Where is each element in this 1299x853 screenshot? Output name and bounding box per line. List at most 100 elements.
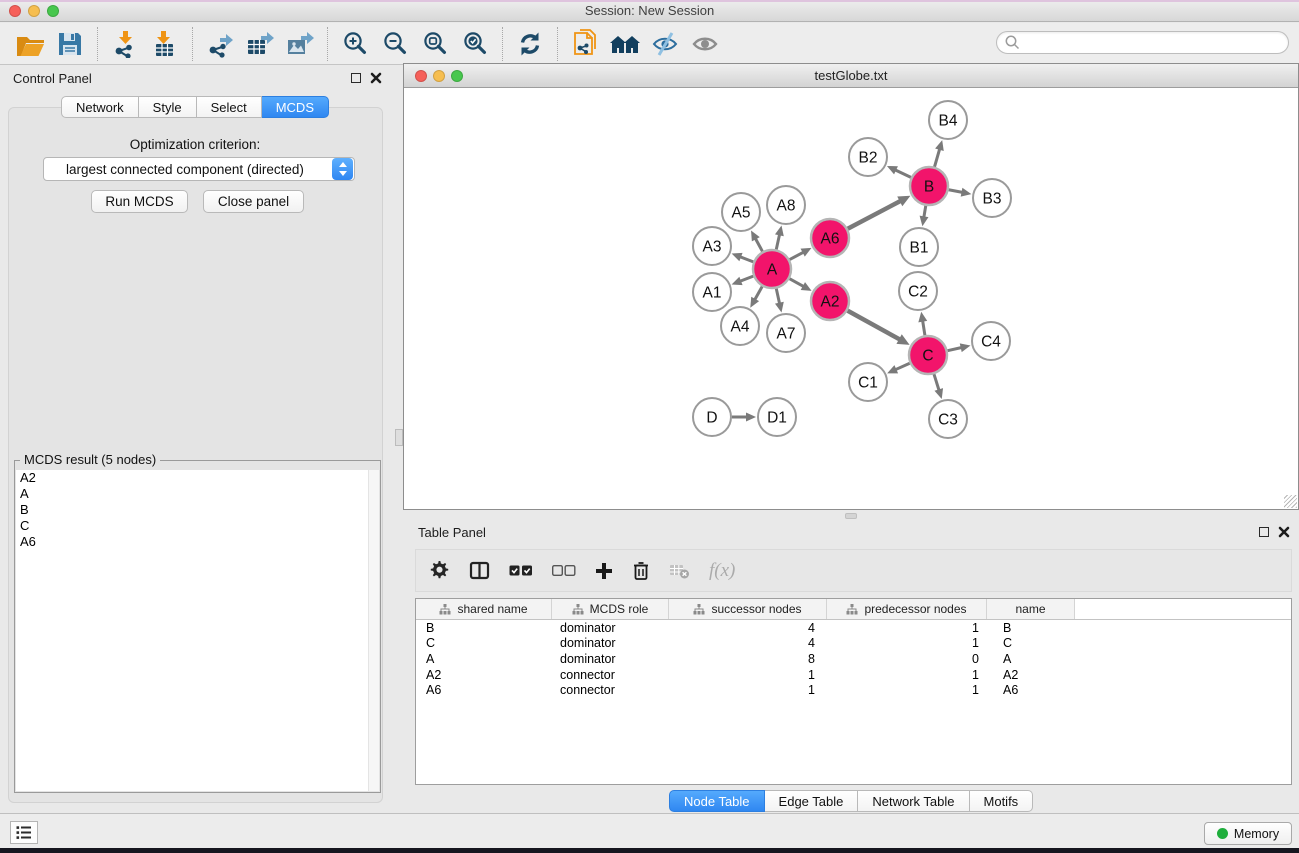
graph-edge-A-A3[interactable] bbox=[740, 257, 753, 262]
graph-node-label-A8: A8 bbox=[777, 198, 796, 215]
graph-edge-A6-B[interactable] bbox=[848, 201, 901, 229]
graph-edge-A-A6[interactable] bbox=[790, 252, 804, 259]
add-column-icon[interactable] bbox=[595, 556, 613, 586]
deselect-all-icon[interactable] bbox=[552, 556, 576, 586]
graph-edge-A-A8[interactable] bbox=[776, 234, 779, 249]
toolbar-separator bbox=[97, 27, 98, 61]
graph-node-label-D1: D1 bbox=[767, 410, 787, 427]
save-session-icon[interactable] bbox=[50, 26, 90, 62]
zoom-fit-icon[interactable] bbox=[415, 26, 455, 62]
graph-edge-A-A2[interactable] bbox=[790, 279, 804, 287]
column-header-predecessor-nodes[interactable]: predecessor nodes bbox=[827, 599, 987, 619]
network-window-titlebar[interactable]: testGlobe.txt bbox=[404, 64, 1298, 88]
graph-node-label-A7: A7 bbox=[777, 326, 796, 343]
tab-mcds[interactable]: MCDS bbox=[262, 96, 329, 118]
list-item[interactable]: A bbox=[16, 486, 379, 502]
mcds-result-box: MCDS result (5 nodes) A2 A B C A6 bbox=[14, 460, 381, 793]
list-item[interactable]: C bbox=[16, 518, 379, 534]
table-row[interactable]: A dominator 8 0 A bbox=[416, 651, 1291, 667]
float-table-panel-icon[interactable] bbox=[1259, 527, 1269, 537]
graph-node-label-C1: C1 bbox=[858, 375, 878, 392]
table-row[interactable]: B dominator 4 1 B bbox=[416, 620, 1291, 636]
graph-edge-C-C1[interactable] bbox=[895, 363, 909, 369]
graph-edge-A2-C[interactable] bbox=[848, 311, 900, 340]
new-network-from-selection-icon[interactable] bbox=[565, 26, 605, 62]
graph-edge-arrowhead bbox=[920, 216, 929, 227]
tab-network-table[interactable]: Network Table bbox=[858, 790, 969, 812]
graph-edge-A-A1[interactable] bbox=[740, 276, 753, 281]
list-item[interactable]: A6 bbox=[16, 534, 379, 550]
close-panel-icon[interactable] bbox=[370, 72, 382, 84]
graph-edge-arrowhead bbox=[935, 140, 944, 151]
first-neighbors-icon[interactable] bbox=[605, 26, 645, 62]
graph-edge-C-C3[interactable] bbox=[934, 374, 939, 390]
column-header-successor-nodes[interactable]: successor nodes bbox=[669, 599, 827, 619]
network-view-window: testGlobe.txt B4B2BB3A5A8A6B1A3AC2A1A2A4… bbox=[403, 63, 1299, 510]
window-resize-grip[interactable] bbox=[1284, 495, 1297, 508]
search-input[interactable] bbox=[1021, 36, 1288, 50]
vertical-splitter-grip[interactable] bbox=[395, 429, 403, 446]
hide-selected-icon[interactable] bbox=[645, 26, 685, 62]
table-row[interactable]: C dominator 4 1 C bbox=[416, 636, 1291, 652]
list-item[interactable]: B bbox=[16, 502, 379, 518]
graph-edge-C-C4[interactable] bbox=[948, 348, 962, 351]
column-header-shared-name[interactable]: shared name bbox=[416, 599, 552, 619]
export-image-icon[interactable] bbox=[280, 26, 320, 62]
tab-motifs[interactable]: Motifs bbox=[970, 790, 1034, 812]
export-network-icon[interactable] bbox=[200, 26, 240, 62]
open-session-icon[interactable] bbox=[10, 26, 50, 62]
list-item[interactable]: A2 bbox=[16, 470, 379, 486]
zoom-out-icon[interactable] bbox=[375, 26, 415, 62]
tab-select[interactable]: Select bbox=[197, 96, 262, 118]
optimization-criterion-label: Optimization criterion: bbox=[0, 137, 390, 152]
graph-edge-B-B1[interactable] bbox=[924, 206, 926, 218]
network-canvas[interactable]: B4B2BB3A5A8A6B1A3AC2A1A2A4A7C4CC1C3DD1 bbox=[404, 88, 1298, 509]
graph-edge-A-A5[interactable] bbox=[755, 238, 762, 251]
export-table-icon[interactable] bbox=[240, 26, 280, 62]
toolbar-separator bbox=[557, 27, 558, 61]
close-panel-button[interactable]: Close panel bbox=[203, 190, 304, 213]
horizontal-splitter-grip[interactable] bbox=[845, 513, 857, 519]
memory-button[interactable]: Memory bbox=[1204, 822, 1292, 845]
delete-column-icon[interactable] bbox=[632, 556, 650, 586]
graph-edge-C-C2[interactable] bbox=[923, 321, 925, 336]
import-table-icon[interactable] bbox=[145, 26, 185, 62]
graph-node-label-B1: B1 bbox=[910, 240, 929, 257]
search-field[interactable] bbox=[996, 31, 1289, 54]
column-header-name[interactable]: name bbox=[987, 599, 1075, 619]
result-list-scrollbar[interactable] bbox=[368, 470, 379, 791]
table-row[interactable]: A6 connector 1 1 A6 bbox=[416, 682, 1291, 698]
show-task-history-button[interactable] bbox=[10, 821, 38, 844]
zoom-selected-icon[interactable] bbox=[455, 26, 495, 62]
column-header-mcds-role[interactable]: MCDS role bbox=[552, 599, 669, 619]
delete-table-icon[interactable] bbox=[669, 556, 690, 586]
application-window: Session: New Session bbox=[0, 0, 1299, 848]
float-panel-icon[interactable] bbox=[351, 73, 361, 83]
run-mcds-button[interactable]: Run MCDS bbox=[91, 190, 188, 213]
graph-edge-A-A7[interactable] bbox=[776, 289, 779, 304]
show-all-icon[interactable] bbox=[685, 26, 725, 62]
graph-edge-A-A4[interactable] bbox=[755, 286, 763, 299]
zoom-in-icon[interactable] bbox=[335, 26, 375, 62]
table-settings-gear-icon[interactable] bbox=[429, 556, 450, 586]
graph-node-label-A2: A2 bbox=[821, 294, 840, 311]
graph-node-label-A5: A5 bbox=[732, 205, 751, 222]
tab-network[interactable]: Network bbox=[61, 96, 139, 118]
close-table-panel-icon[interactable] bbox=[1278, 526, 1290, 538]
toggle-columns-icon[interactable] bbox=[469, 556, 490, 586]
graph-edge-B-B3[interactable] bbox=[949, 190, 963, 193]
import-network-icon[interactable] bbox=[105, 26, 145, 62]
function-builder-icon[interactable]: f(x) bbox=[709, 556, 735, 586]
table-row[interactable]: A2 connector 1 1 A2 bbox=[416, 667, 1291, 683]
graph-edge-B-B4[interactable] bbox=[935, 149, 940, 167]
refresh-view-icon[interactable] bbox=[510, 26, 550, 62]
graph-node-label-B4: B4 bbox=[939, 113, 958, 130]
tab-style[interactable]: Style bbox=[139, 96, 197, 118]
tab-edge-table[interactable]: Edge Table bbox=[765, 790, 859, 812]
select-all-icon[interactable] bbox=[509, 556, 533, 586]
table-header: shared name MCDS role successor nodes pr… bbox=[416, 599, 1291, 620]
graph-node-label-C4: C4 bbox=[981, 334, 1001, 351]
graph-edge-B-B2[interactable] bbox=[895, 170, 911, 178]
tab-node-table[interactable]: Node Table bbox=[669, 790, 765, 812]
criterion-dropdown[interactable]: largest connected component (directed) bbox=[43, 157, 355, 181]
